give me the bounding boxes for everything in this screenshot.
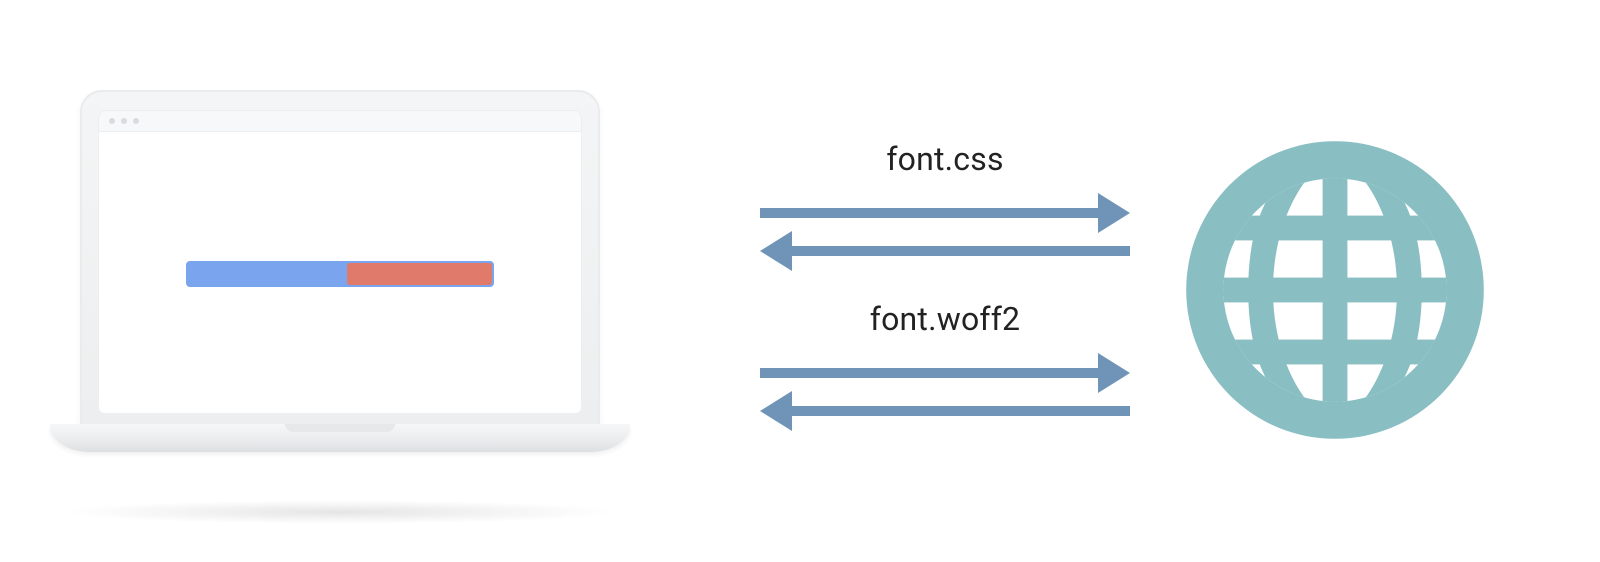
request-woff2-group: font.woff2 xyxy=(760,300,1130,438)
window-control-dot xyxy=(133,118,139,124)
arrow-right-icon xyxy=(760,353,1130,393)
laptop-icon xyxy=(80,90,600,490)
request-woff2-label: font.woff2 xyxy=(760,300,1130,338)
laptop-body xyxy=(80,90,600,430)
arrow-left-icon xyxy=(760,231,1130,271)
arrow-left-icon xyxy=(760,391,1130,431)
progress-bar xyxy=(186,261,495,287)
laptop-screen xyxy=(98,132,582,414)
request-css-group: font.css xyxy=(760,140,1130,278)
laptop-shadow xyxy=(60,500,620,524)
request-css-arrows xyxy=(760,188,1130,278)
request-css-label: font.css xyxy=(760,140,1130,178)
request-woff2-arrows xyxy=(760,348,1130,438)
browser-chrome xyxy=(98,110,582,132)
globe-icon xyxy=(1180,135,1490,445)
progress-remaining xyxy=(347,263,492,285)
laptop-base xyxy=(50,424,630,452)
window-control-dot xyxy=(121,118,127,124)
window-control-dot xyxy=(109,118,115,124)
arrow-right-icon xyxy=(760,193,1130,233)
diagram-stage: font.css font.woff2 xyxy=(0,0,1600,562)
